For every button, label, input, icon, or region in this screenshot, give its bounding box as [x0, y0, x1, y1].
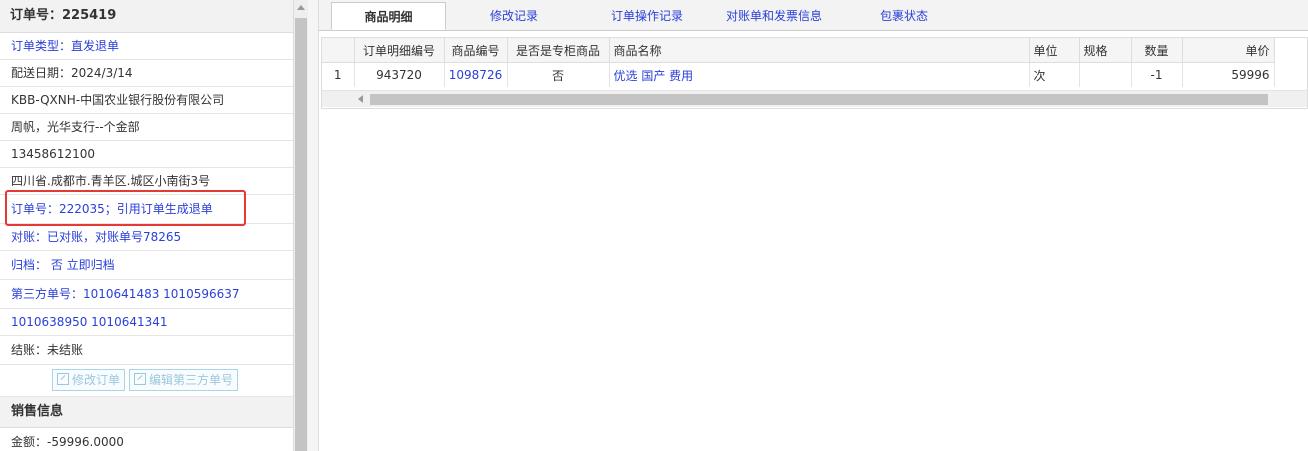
cell-spec [1079, 62, 1132, 87]
edit-order-button[interactable]: 修改订单 [52, 369, 126, 391]
column-header[interactable]: 单价 [1182, 38, 1275, 63]
column-header[interactable]: 规格 [1079, 38, 1132, 63]
column-header[interactable] [322, 38, 355, 63]
tab-product-details[interactable]: 商品明细 [331, 2, 446, 30]
highlight-box [5, 190, 246, 226]
tab-order-operation-log[interactable]: 订单操作记录 [587, 2, 707, 30]
order-type: 订单类型：直发退单 [0, 33, 293, 60]
panel-splitter[interactable] [308, 0, 319, 451]
table-row[interactable]: 1 943720 1098726 否 优选 国产 费用 次 -1 59996 [322, 62, 1275, 87]
product-grid: 订单明细编号 商品编号 是否是专柜商品 商品名称 单位 规格 数量 单价 1 9… [321, 37, 1308, 109]
edit-icon [57, 373, 69, 385]
edit-third-party-button[interactable]: 编辑第三方单号 [129, 369, 239, 391]
tab-reconciliation-invoice[interactable]: 对账单和发票信息 [709, 2, 839, 30]
product-table: 订单明细编号 商品编号 是否是专柜商品 商品名称 单位 规格 数量 单价 1 9… [322, 38, 1275, 87]
scroll-left-icon[interactable] [358, 95, 363, 103]
cell-unit-price: 59996 [1182, 62, 1275, 87]
third-party-numbers-line2: 1010638950 1010641341 [0, 309, 293, 336]
column-header[interactable]: 商品编号 [444, 38, 508, 63]
tab-modification-log[interactable]: 修改记录 [459, 2, 569, 30]
cell-product-id-link[interactable]: 1098726 [444, 62, 508, 87]
column-header[interactable]: 是否是专柜商品 [507, 38, 610, 63]
settlement-status: 结账：未结账 [0, 336, 293, 365]
sales-amount: 金额：-59996.0000 [0, 428, 293, 451]
customer-company: KBB-QXNH-中国农业银行股份有限公司 [0, 87, 293, 114]
scrollbar-thumb[interactable] [370, 94, 1268, 105]
order-number-header: 订单号：225419 [0, 0, 293, 33]
edit-third-party-label: 编辑第三方单号 [149, 373, 234, 387]
column-header[interactable]: 单位 [1029, 38, 1080, 63]
order-info-panel: 订单号：225419 订单类型：直发退单 配送日期：2024/3/14 KBB-… [0, 0, 294, 451]
cell-counter-product: 否 [507, 62, 610, 87]
grid-horizontal-scrollbar[interactable] [322, 90, 1307, 107]
contact-person: 周帆，光华支行--个金部 [0, 114, 293, 141]
cell-unit: 次 [1029, 62, 1080, 87]
column-header[interactable]: 数量 [1131, 38, 1183, 63]
archive-link[interactable]: 归档： 否 立即归档 [0, 251, 293, 280]
order-actions: 修改订单 编辑第三方单号 [0, 365, 293, 397]
detail-panel: 商品明细 修改记录 订单操作记录 对账单和发票信息 包裹状态 订单明细编号 商品… [319, 0, 1308, 451]
edit-icon [134, 373, 146, 385]
third-party-numbers-line1: 第三方单号：1010641483 1010596637 [0, 280, 293, 309]
table-header-row: 订单明细编号 商品编号 是否是专柜商品 商品名称 单位 规格 数量 单价 [322, 38, 1275, 63]
left-panel-scrollbar[interactable] [294, 0, 308, 451]
cell-product-name-link[interactable]: 优选 国产 费用 [609, 62, 1030, 87]
scrollbar-thumb[interactable] [295, 18, 307, 451]
contact-phone: 13458612100 [0, 141, 293, 168]
delivery-date: 配送日期：2024/3/14 [0, 60, 293, 87]
tab-package-status[interactable]: 包裹状态 [859, 2, 949, 30]
cell-detail-id: 943720 [354, 62, 445, 87]
column-header[interactable]: 订单明细编号 [354, 38, 445, 63]
column-header[interactable]: 商品名称 [609, 38, 1030, 63]
reconciliation-link[interactable]: 对账：已对账，对账单号78265 [0, 224, 293, 251]
tab-bar: 商品明细 修改记录 订单操作记录 对账单和发票信息 包裹状态 [319, 0, 1308, 31]
scroll-up-icon[interactable] [297, 5, 305, 10]
cell-quantity: -1 [1131, 62, 1183, 87]
row-number: 1 [322, 62, 355, 87]
sales-info-header: 销售信息 [0, 397, 293, 428]
edit-order-label: 修改订单 [72, 373, 121, 387]
